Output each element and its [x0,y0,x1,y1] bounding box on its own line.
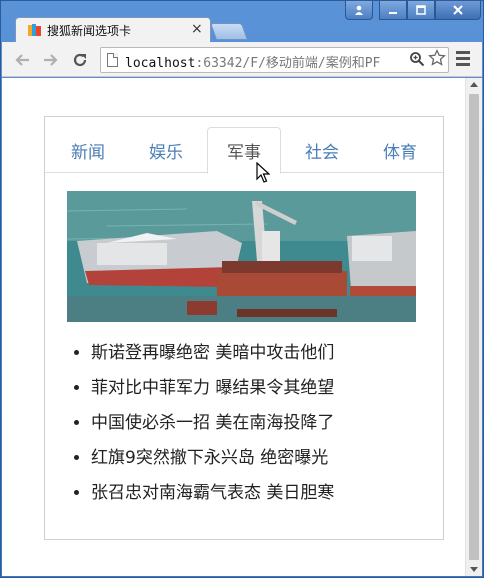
window-controls [345,1,481,21]
mouse-cursor-icon [256,162,270,183]
tab-society[interactable]: 社会 [287,127,357,173]
list-item[interactable]: 红旗9突然撤下永兴岛 绝密曝光 [91,442,334,477]
reload-icon[interactable] [69,49,91,71]
news-tabs: 新闻 娱乐 军事 社会 体育 [45,117,443,174]
tab-title: 搜狐新闻选项卡 [47,24,132,38]
scroll-down-arrow-icon[interactable] [470,567,478,572]
sohu-favicon-icon [28,24,41,36]
tab-close-icon[interactable]: × [191,21,203,37]
list-item[interactable]: 张召忠对南海霸气表态 美日胆寒 [91,477,334,512]
tab-panel-box: 新闻 娱乐 军事 社会 体育 • 斯诺登再曝绝密 美暗中攻击他们 • 菲对比中菲… [44,116,444,540]
scroll-thumb[interactable] [469,94,479,560]
news-list: 斯诺登再曝绝密 美暗中攻击他们 菲对比中菲军力 曝结果令其绝望 中国使必杀一招 … [91,337,334,512]
maximize-icon[interactable] [407,1,435,20]
bookmark-star-icon[interactable] [428,48,446,72]
new-tab-button[interactable] [209,23,249,40]
url-path: :63342/F/移动前端/案例和PF [195,56,381,71]
menu-icon[interactable] [456,51,470,67]
tab-strip: 搜狐新闻选项卡 × [1,1,484,42]
url-host: localhost [125,56,196,71]
zoom-icon[interactable] [409,51,425,71]
back-arrow-icon[interactable] [11,49,33,71]
news-image [67,191,416,322]
close-icon[interactable] [435,1,481,20]
vertical-scrollbar[interactable] [465,78,482,576]
browser-tab[interactable]: 搜狐新闻选项卡 × [15,17,211,42]
minimize-icon[interactable] [379,1,407,20]
list-item[interactable]: 中国使必杀一招 美在南海投降了 [91,407,334,442]
list-item[interactable]: 菲对比中菲军力 曝结果令其绝望 [91,372,334,407]
browser-toolbar: localhost:63342/F/移动前端/案例和PF [2,42,482,77]
page-viewport: 新闻 娱乐 军事 社会 体育 • 斯诺登再曝绝密 美暗中攻击他们 • 菲对比中菲… [2,78,482,576]
user-icon[interactable] [345,1,373,20]
tab-entertainment[interactable]: 娱乐 [131,127,201,173]
scroll-up-arrow-icon[interactable] [470,82,478,87]
page-icon [107,53,118,67]
url-text: localhost:63342/F/移动前端/案例和PF [125,52,410,71]
browser-window: 搜狐新闻选项卡 × localhost:63342/F/移动前端/案例和PF 新… [0,0,484,578]
list-item[interactable]: 斯诺登再曝绝密 美暗中攻击他们 [91,337,334,372]
forward-arrow-icon[interactable] [40,49,62,71]
tab-sports[interactable]: 体育 [365,127,435,173]
address-bar[interactable]: localhost:63342/F/移动前端/案例和PF [100,47,449,73]
tab-news[interactable]: 新闻 [53,127,123,173]
